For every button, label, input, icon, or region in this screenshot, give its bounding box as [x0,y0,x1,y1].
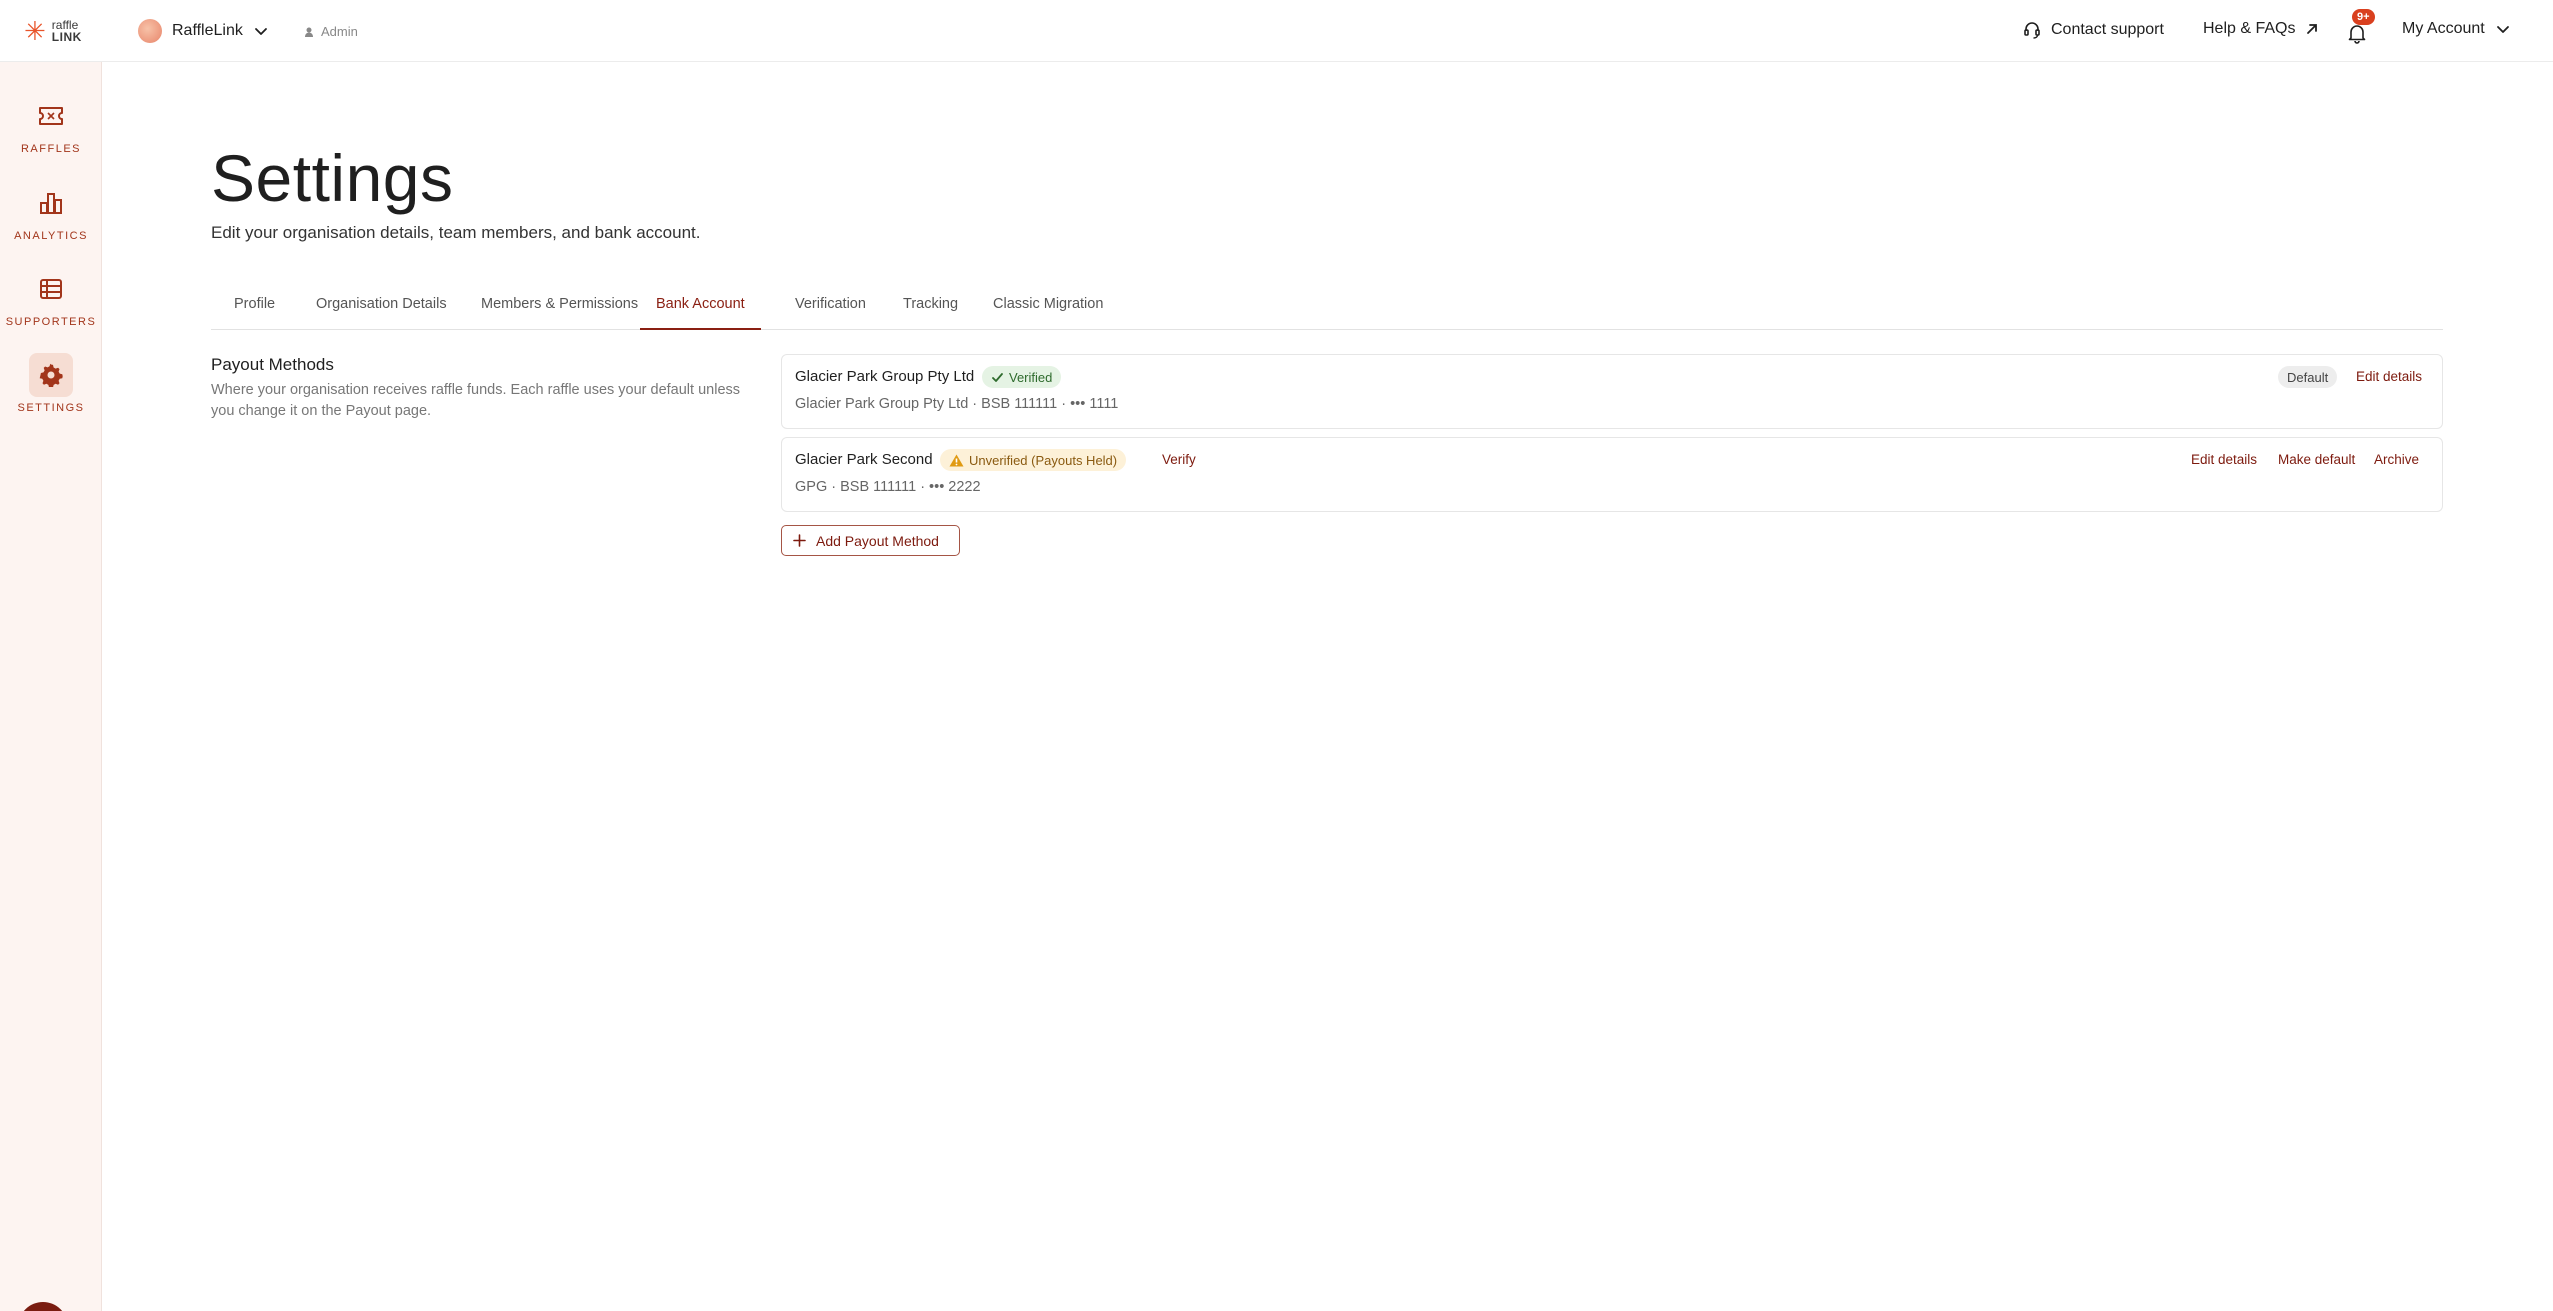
tab-members-permissions[interactable]: Members & Permissions [481,294,638,330]
nav-icon-box [29,181,73,225]
payout-method-name: Glacier Park Second [795,451,933,468]
sidebar-item-supporters[interactable]: SUPPORTERS [0,267,102,328]
payout-method-details: Glacier Park Group Pty Ltd · BSB 111111 … [795,396,1119,412]
payout-methods-title: Payout Methods [211,355,334,374]
rafflelink-logo[interactable]: ✳ raffle LINK [24,18,82,44]
external-link-arrow-icon [2307,24,2318,34]
tab-organisation-details[interactable]: Organisation Details [316,294,447,330]
add-payout-method-label: Add Payout Method [816,532,939,549]
sidebar-item-raffles[interactable]: RAFFLES [0,94,102,155]
sidebar-item-label: SETTINGS [17,402,85,414]
payout-methods-description: Where your organisation receives raffle … [211,382,741,419]
user-shield-icon [305,27,313,37]
logo-line-2: LINK [51,30,82,44]
org-name: RaffleLink [172,22,243,39]
sidebar-item-analytics[interactable]: ANALYTICS [0,181,102,242]
check-icon [992,372,1003,382]
nav-icon-box [29,353,73,397]
contact-support-link[interactable]: Contact support [2022,20,2164,40]
chevron-down-icon [254,28,267,35]
logo-wordmark: raffle LINK [52,19,82,43]
sidebar-item-label: RAFFLES [20,143,81,155]
payout-method-card: Glacier Park Second Unverified (Payouts … [781,437,2443,512]
list-icon [40,279,62,299]
verify-button[interactable]: Verify [1162,452,1196,467]
help-faqs-label: Help & FAQs [2203,20,2296,37]
bell-icon [2348,25,2366,44]
tab-profile[interactable]: Profile [234,294,275,330]
sidebar-item-settings[interactable]: SETTINGS [0,353,102,414]
payout-method-card: Glacier Park Group Pty Ltd Verified Glac… [781,354,2443,429]
top-bar: ✳ raffle LINK RaffleLink Admin Contact s… [0,0,2553,62]
role-indicator: Admin [304,24,358,39]
sidebar-item-label: SUPPORTERS [5,316,97,328]
tab-bank-account[interactable]: Bank Account [640,294,761,330]
plus-icon [793,534,806,547]
quick-action-button[interactable]: ✳ [18,1302,68,1311]
nav-icon-box [29,94,73,138]
gear-icon [39,363,63,387]
page-subtitle: Edit your organisation details, team mem… [211,223,701,242]
unverified-status-label: Unverified (Payouts Held) [969,452,1118,468]
tab-tracking[interactable]: Tracking [903,294,958,330]
headset-icon [2024,22,2040,39]
my-account-menu[interactable]: My Account [2402,20,2511,38]
role-label: Admin [321,24,358,39]
edit-details-button[interactable]: Edit details [2191,452,2257,467]
contact-support-label: Contact support [2051,21,2164,38]
make-default-button[interactable]: Make default [2278,452,2355,467]
verified-status-label: Verified [1009,369,1053,385]
sidebar: RAFFLES ANALYTICS SUPPORTERS SETTINGS ✳ … [0,62,102,1311]
ticket-icon [39,107,63,125]
app-root: ✳ raffle LINK RaffleLink Admin Contact s… [0,0,2553,1311]
org-avatar [138,19,162,43]
notifications-count-badge: 9+ [2352,9,2375,25]
payout-method-details: GPG · BSB 111111 · ••• 2222 [795,479,981,495]
default-badge: Default [2278,366,2338,388]
nav-icon-box [29,267,73,311]
bar-chart-icon [40,193,62,214]
settings-tabs: Profile Organisation Details Members & P… [211,294,2443,330]
edit-details-button[interactable]: Edit details [2356,369,2422,384]
warning-icon [949,454,964,466]
chevron-down-icon [2496,26,2509,33]
unverified-status-badge: Unverified (Payouts Held) [940,449,1127,471]
my-account-label: My Account [2402,20,2485,37]
asterisk-logo-icon: ✳ [24,16,46,46]
tab-classic-migration[interactable]: Classic Migration [993,294,1103,330]
add-payout-method-button[interactable]: Add Payout Method [781,525,960,556]
page-title: Settings [211,141,454,215]
payout-method-name: Glacier Park Group Pty Ltd [795,368,975,385]
help-faqs-link[interactable]: Help & FAQs [2203,20,2320,38]
verified-status-badge: Verified [982,366,1062,388]
tab-verification[interactable]: Verification [795,294,866,330]
org-switcher[interactable]: RaffleLink [138,19,269,43]
archive-button[interactable]: Archive [2374,452,2419,467]
sidebar-item-label: ANALYTICS [14,230,88,242]
